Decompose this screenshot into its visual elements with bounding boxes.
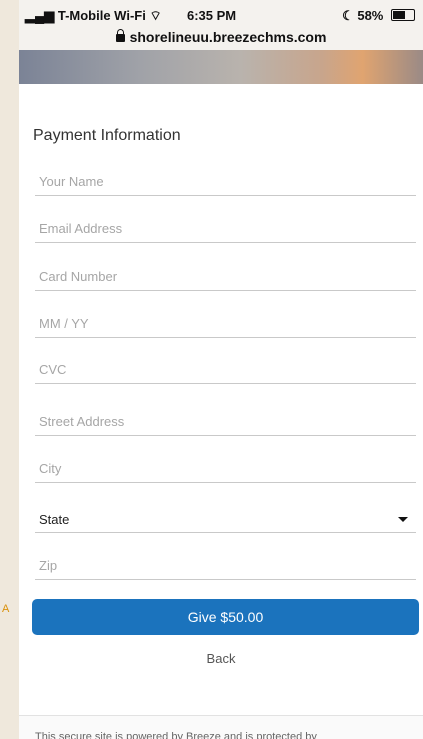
back-link[interactable]: Back <box>19 651 423 666</box>
battery-percent: 58% <box>357 8 384 23</box>
header-banner-image <box>19 50 423 84</box>
battery-icon <box>391 9 415 21</box>
street-address-input[interactable] <box>35 408 416 436</box>
wifi-icon: ⌔ <box>149 8 162 23</box>
carrier-label: ▂▄▆ T-Mobile Wi-Fi ⌔ <box>25 8 162 24</box>
email-input[interactable] <box>35 215 416 243</box>
battery-indicator: ☾ 58% <box>342 8 415 24</box>
lock-icon <box>115 29 125 42</box>
edge-mark: A <box>2 603 10 615</box>
address-bar[interactable]: shorelineuu.breezechms.com <box>19 26 423 50</box>
expiry-input[interactable] <box>35 310 416 338</box>
zip-input[interactable] <box>35 552 416 580</box>
city-input[interactable] <box>35 455 416 483</box>
moon-icon: ☾ <box>342 8 354 23</box>
clock: 6:35 PM <box>187 8 237 23</box>
card-number-input[interactable] <box>35 263 416 291</box>
url-text: shorelineuu.breezechms.com <box>129 29 327 45</box>
status-bar: ▂▄▆ T-Mobile Wi-Fi ⌔ 6:35 PM ☾ 58% <box>19 0 423 28</box>
cvc-input[interactable] <box>35 356 416 384</box>
payment-info-title: Payment Information <box>33 127 181 144</box>
phone-screen: ▂▄▆ T-Mobile Wi-Fi ⌔ 6:35 PM ☾ 58% shore… <box>19 0 423 739</box>
state-select-value: State <box>39 512 70 527</box>
caret-down-icon <box>398 517 408 522</box>
give-button[interactable]: Give $50.00 <box>32 599 419 635</box>
name-input[interactable] <box>35 168 416 196</box>
state-select[interactable]: State <box>35 505 416 533</box>
footer: This secure site is powered by Breeze an… <box>19 715 423 739</box>
carrier-text: T-Mobile Wi-Fi <box>57 8 146 23</box>
footer-text: This secure site is powered by Breeze an… <box>35 731 317 739</box>
signal-icon: ▂▄▆ <box>25 8 55 23</box>
